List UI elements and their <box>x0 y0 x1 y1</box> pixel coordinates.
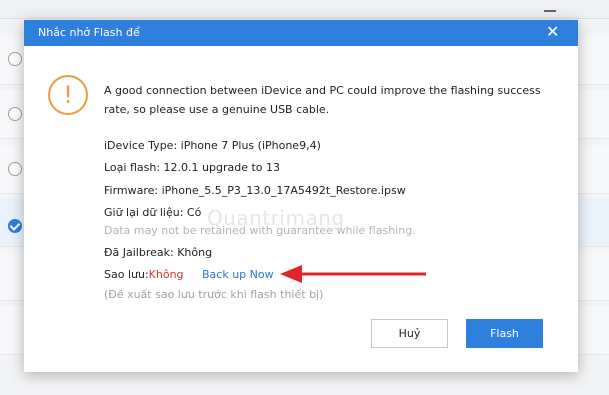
backup-value: Không <box>148 268 184 281</box>
close-icon[interactable]: ✕ <box>546 22 559 41</box>
annotation-arrow-icon <box>280 265 426 283</box>
watermark-logo: Quantrimang <box>207 206 345 230</box>
row-radio[interactable] <box>8 162 22 176</box>
keep-data: Giữ lại dữ liệu: Có <box>104 206 202 219</box>
flash-button[interactable]: Flash <box>466 319 543 348</box>
flash-reminder-dialog: Nhắc nhở Flash để ✕ ! A good connection … <box>24 20 578 372</box>
firmware: Firmware: iPhone_5.5_P3_13.0_17A5492t_Re… <box>104 184 406 197</box>
dialog-titlebar: Nhắc nhở Flash để ✕ <box>24 20 578 46</box>
row-radio[interactable] <box>8 107 22 121</box>
background-table-header <box>0 0 609 19</box>
flash-type: Loại flash: 12.0.1 upgrade to 13 <box>104 161 280 174</box>
row-radio[interactable] <box>8 52 22 66</box>
cancel-button[interactable]: Huỷ <box>371 319 448 348</box>
back-up-now-link[interactable]: Back up Now <box>202 268 274 281</box>
jailbreak-status: Đã Jailbreak: Không <box>104 246 213 259</box>
dialog-title: Nhắc nhở Flash để <box>38 26 140 39</box>
backup-hint: (Đề xuất sao lưu trước khi flash thiết b… <box>104 288 324 301</box>
warning-icon: ! <box>48 75 88 115</box>
connection-message: A good connection between iDevice and PC… <box>104 84 541 116</box>
minimize-icon[interactable] <box>544 10 556 12</box>
device-type: iDevice Type: iPhone 7 Plus (iPhone9,4) <box>104 139 321 152</box>
backup-label: Sao lưu: <box>104 268 149 281</box>
row-radio-checked[interactable] <box>8 219 22 233</box>
backup-row: Sao lưu:Không <box>104 268 184 281</box>
